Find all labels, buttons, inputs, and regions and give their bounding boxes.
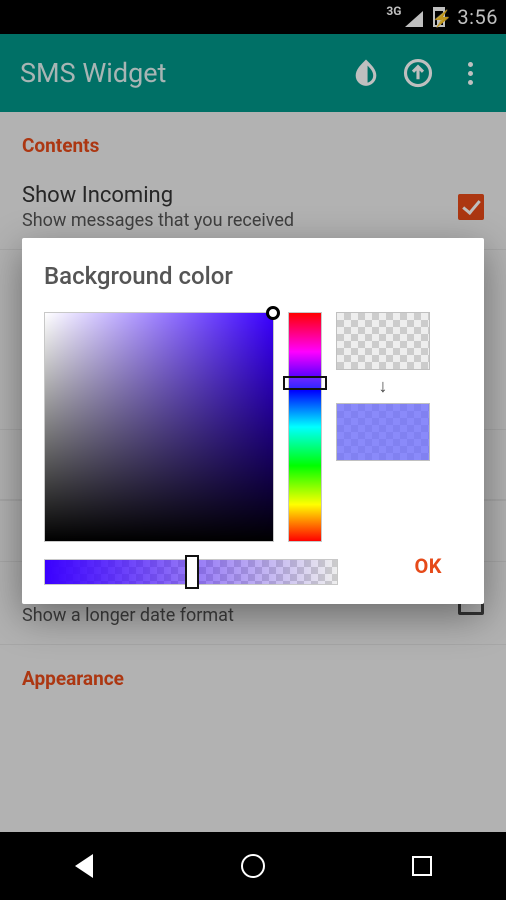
new-color-swatch[interactable]: [336, 403, 430, 461]
hue-slider[interactable]: [288, 312, 322, 542]
hue-thumb[interactable]: [283, 376, 327, 390]
recent-icon: [412, 856, 432, 876]
color-swatches: ↓: [336, 312, 430, 542]
dialog-title: Background color: [44, 262, 462, 290]
old-color-swatch[interactable]: [336, 312, 430, 370]
home-icon: [241, 854, 265, 878]
sv-cursor-icon[interactable]: [266, 306, 280, 320]
alpha-slider[interactable]: [44, 559, 338, 585]
saturation-value-box[interactable]: [44, 312, 274, 542]
ok-button[interactable]: OK: [402, 546, 454, 586]
nav-home-button[interactable]: [223, 846, 283, 886]
back-icon: [75, 854, 93, 878]
nav-back-button[interactable]: [54, 846, 114, 886]
arrow-down-icon: ↓: [379, 376, 388, 397]
navigation-bar: [0, 832, 506, 900]
color-picker-dialog: Background color ↓: [22, 238, 484, 604]
nav-recent-button[interactable]: [392, 846, 452, 886]
alpha-thumb[interactable]: [185, 555, 199, 589]
